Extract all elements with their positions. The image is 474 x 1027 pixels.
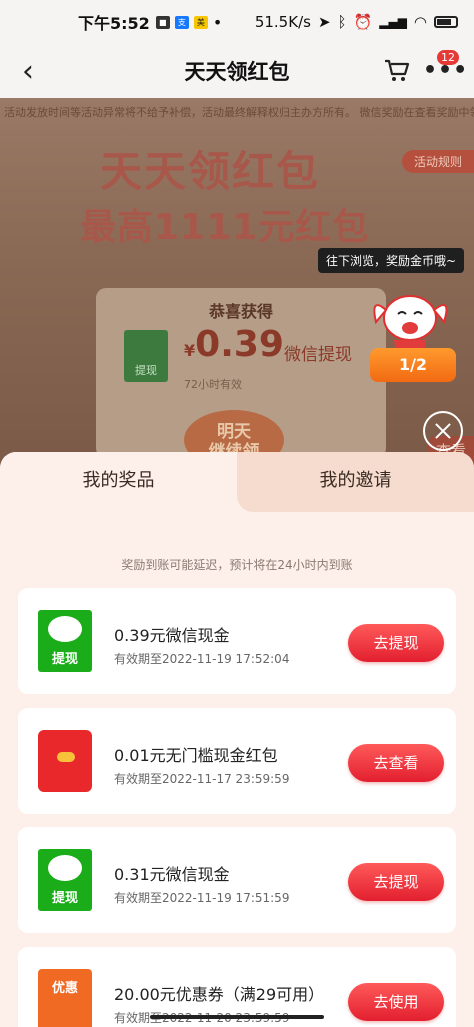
delay-hint: 奖励到账可能延迟，预计将在24小时内到账 [121, 558, 353, 572]
task-progress: 1/2 [370, 348, 456, 382]
tab-my-prizes[interactable]: 我的奖品 [0, 452, 237, 512]
message-badge: 12 [437, 50, 459, 65]
app-notification-icon: ■ [155, 15, 170, 29]
home-indicator[interactable] [150, 1015, 324, 1019]
wechat-withdraw-icon: 提现 [38, 849, 92, 911]
prize-expiry: 有效期至2022-11-19 17:51:59 [114, 891, 290, 905]
use-coupon-button[interactable]: 去使用 [348, 983, 444, 1021]
congrats-label: 恭喜获得 [208, 302, 273, 321]
valid-hours: 72小时有效 [184, 378, 242, 391]
battery-icon [434, 16, 458, 28]
activity-notice: 活动发放时间等活动异常将不给予补偿，活动最终解释权归主办方所有。 微信奖励在查看… [4, 106, 474, 119]
prize-name: 20.00元优惠券（满29可用） [114, 985, 325, 1004]
prize-name: 0.39元微信现金 [114, 626, 230, 645]
notification-icons: ■ 支 美 • [155, 12, 223, 32]
prize-expiry: 有效期至2022-11-17 23:59:59 [114, 772, 290, 786]
more-notifications-icon: • [212, 12, 223, 32]
wifi-icon: ◠ [413, 13, 427, 31]
back-button[interactable]: ‹ [22, 54, 34, 89]
withdraw-button[interactable]: 去提现 [348, 863, 444, 901]
prize-expiry: 有效期至2022-11-19 17:52:04 [114, 652, 290, 666]
tab-my-invites[interactable]: 我的邀请 [237, 452, 474, 512]
page-title: 天天领红包 [184, 60, 290, 84]
network-speed: 51.5K/s [254, 13, 311, 31]
red-packet-icon [38, 730, 92, 792]
prize-item: 0.01元无门槛现金红包 有效期至2022-11-17 23:59:59 去查看 [18, 708, 456, 814]
activity-rules-button[interactable]: 活动规则 [401, 150, 474, 173]
sheet-tabs: 我的邀请 我的奖品 [0, 452, 474, 512]
location-icon: ➤ [317, 13, 331, 31]
banner-subtitle: 最高1111元红包 [80, 207, 370, 248]
prize-item: 提现 0.39元微信现金 有效期至2022-11-19 17:52:04 去提现 [18, 588, 456, 694]
reward-card: 恭喜获得 提现 ¥0.39 微信提现 72小时有效 明天 继续领 [96, 288, 386, 470]
status-right: 51.5K/s ➤ ᛒ ⏰ ▂▄▆ ◠ [255, 13, 458, 31]
reward-amount-value: 0.39 [195, 324, 284, 365]
close-icon[interactable] [423, 411, 463, 451]
status-bar: 下午5:52 ■ 支 美 • 51.5K/s ➤ ᛒ ⏰ ▂▄▆ ◠ [0, 0, 474, 44]
prize-name: 0.31元微信现金 [114, 865, 230, 884]
meituan-icon: 美 [193, 15, 208, 29]
prize-sheet: 我的邀请 我的奖品 奖励到账可能延迟，预计将在24小时内到账 提现 0.39元微… [0, 452, 474, 1027]
prize-item: 提现 0.31元微信现金 有效期至2022-11-19 17:51:59 去提现 [18, 827, 456, 933]
withdraw-button[interactable]: 去提现 [348, 624, 444, 662]
prize-name: 0.01元无门槛现金红包 [114, 746, 278, 765]
wechat-withdraw-icon: 提现 [38, 610, 92, 672]
alipay-icon: 支 [174, 15, 189, 29]
currency-symbol: ¥ [184, 341, 196, 360]
bluetooth-icon: ᛒ [337, 13, 347, 31]
signal-icon: ▂▄▆ [379, 15, 407, 29]
view-button[interactable]: 去查看 [348, 744, 444, 782]
header: ‹ 天天领红包 ••• 12 [0, 44, 474, 98]
cart-icon[interactable] [383, 56, 411, 84]
status-time: 下午5:52 [78, 14, 150, 33]
alarm-icon: ⏰ [353, 13, 373, 31]
browse-tooltip: 往下浏览，奖励金币哦~ [318, 248, 465, 273]
coupon-icon: 优惠 [38, 969, 92, 1027]
banner-title: 天天领红包 [100, 147, 321, 196]
reward-amount: ¥0.39 [184, 324, 284, 365]
wechat-withdraw-icon: 提现 [124, 330, 168, 382]
reward-type: 微信提现 [284, 345, 352, 365]
